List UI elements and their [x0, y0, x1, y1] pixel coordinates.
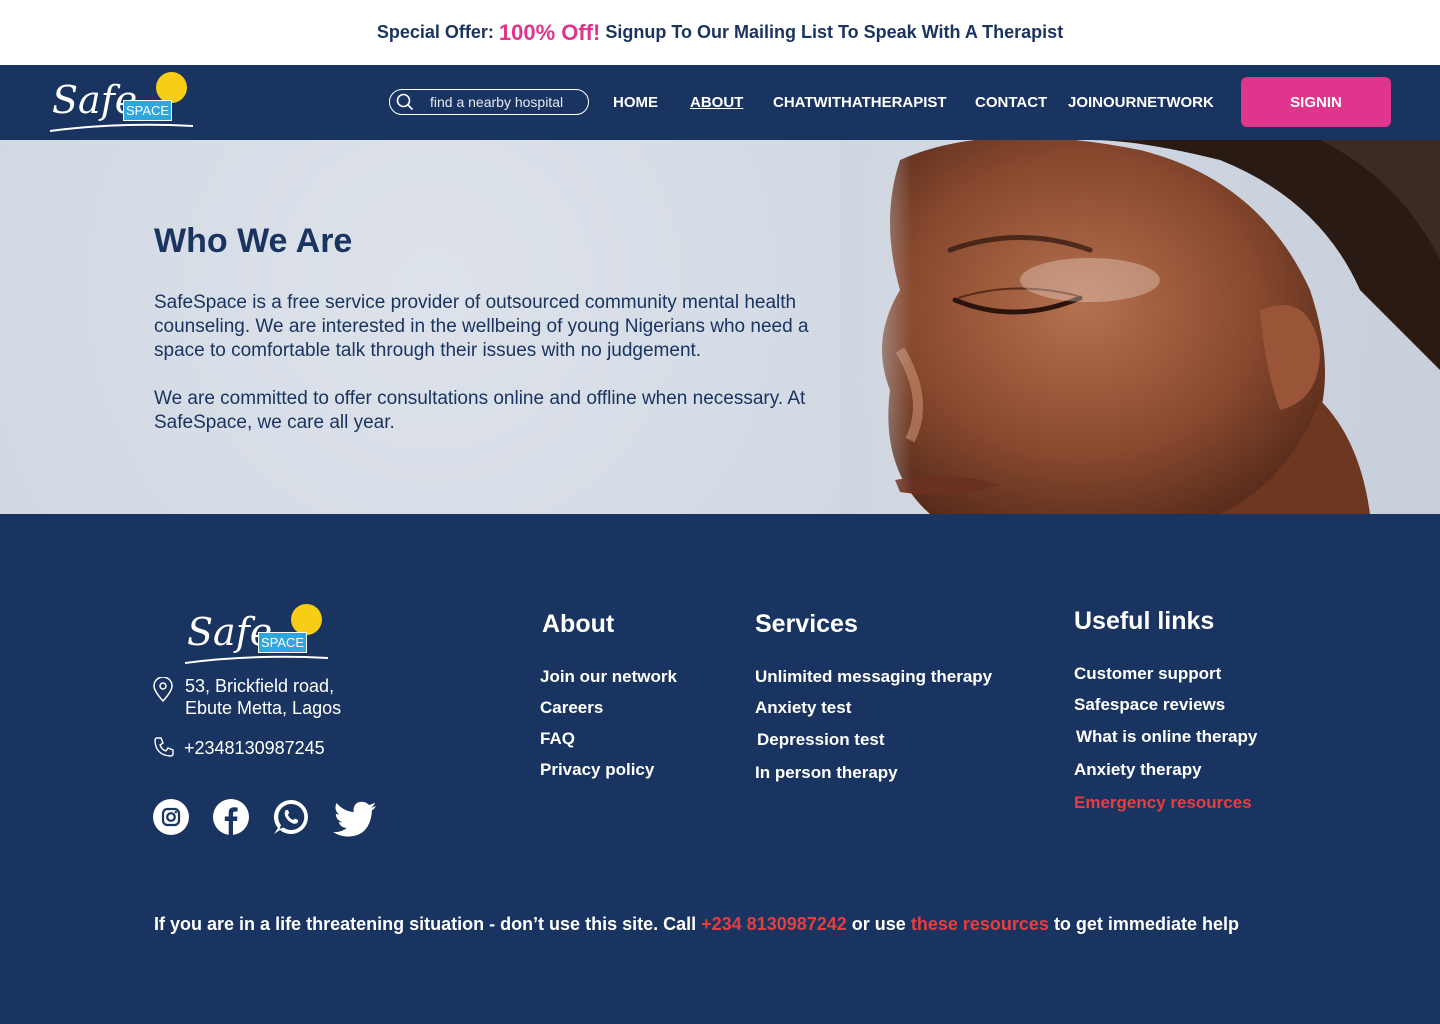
emergency-notice-before: If you are in a life threatening situati… [154, 914, 697, 934]
search-input[interactable] [430, 90, 585, 113]
nav-about[interactable]: ABOUT [690, 94, 743, 111]
emergency-notice: If you are in a life threatening situati… [0, 914, 1393, 935]
footer-link-reviews[interactable]: Safespace reviews [1074, 695, 1225, 715]
promo-highlight: 100% Off! [498, 19, 601, 45]
search-icon[interactable] [396, 93, 414, 111]
hero-paragraph-2: We are committed to offer consultations … [154, 388, 806, 433]
phone-number[interactable]: +2348130987245 [184, 738, 325, 759]
footer-link-careers[interactable]: Careers [540, 698, 603, 718]
promo-suffix: Signup To Our Mailing List To Speak With… [605, 22, 1064, 42]
twitter-icon[interactable] [333, 801, 377, 839]
footer-link-online-therapy[interactable]: What is online therapy [1076, 727, 1257, 747]
footer-link-faq[interactable]: FAQ [540, 729, 575, 749]
footer-link-depression-test[interactable]: Depression test [757, 730, 885, 750]
hero-paragraph-1: SafeSpace is a free service provider of … [154, 292, 809, 361]
footer-logo-sun [291, 604, 322, 635]
address-line-2: Ebute Metta, Lagos [185, 698, 342, 718]
footer: Safe SPACE 53, Brickfield road, Ebute Me… [0, 514, 1440, 1024]
emergency-phone-link[interactable]: +234 8130987242 [701, 914, 847, 934]
footer-link-messaging-therapy[interactable]: Unlimited messaging therapy [755, 667, 992, 687]
hero-portrait-image [840, 140, 1440, 514]
signin-button[interactable]: SIGNIN [1241, 77, 1391, 127]
whatsapp-icon[interactable] [273, 799, 309, 835]
nav-home[interactable]: HOME [613, 94, 658, 111]
footer-services-heading: Services [755, 610, 858, 638]
search-bar[interactable] [389, 89, 589, 115]
instagram-icon[interactable] [153, 799, 189, 835]
emergency-resources-link[interactable]: these resources [911, 914, 1049, 934]
promo-banner: Special Offer: 100% Off! Signup To Our M… [0, 0, 1440, 65]
footer-link-customer-support[interactable]: Customer support [1074, 664, 1221, 684]
nav-contact[interactable]: CONTACT [975, 94, 1047, 111]
emergency-notice-middle: or use [851, 914, 906, 934]
footer-about-heading: About [542, 610, 615, 638]
hero-title: Who We Are [154, 222, 353, 260]
nav-join-network[interactable]: JOINOURNETWORK [1068, 94, 1214, 111]
hero-section: Who We Are SafeSpace is a free service p… [0, 140, 1440, 514]
facebook-icon[interactable] [213, 799, 249, 835]
emergency-notice-after: to get immediate help [1053, 914, 1239, 934]
footer-link-emergency-resources[interactable]: Emergency resources [1074, 793, 1252, 813]
address-line-1: 53, Brickfield road, [185, 676, 335, 696]
promo-prefix: Special Offer: [376, 22, 494, 42]
nav-chat-therapist[interactable]: CHATWITHATHERAPIST [773, 94, 947, 111]
logo-box: SPACE [123, 100, 173, 121]
footer-link-join-network[interactable]: Join our network [540, 667, 677, 687]
footer-link-anxiety-test[interactable]: Anxiety test [755, 698, 851, 718]
footer-link-in-person-therapy[interactable]: In person therapy [755, 763, 898, 783]
footer-logo-box: SPACE [258, 632, 308, 653]
footer-logo[interactable]: Safe SPACE [183, 602, 333, 668]
location-pin-icon [153, 677, 173, 703]
footer-useful-heading: Useful links [1074, 607, 1215, 635]
brand-logo[interactable]: Safe SPACE [48, 70, 198, 136]
logo-sun [156, 72, 187, 103]
footer-link-anxiety-therapy[interactable]: Anxiety therapy [1074, 760, 1202, 780]
footer-link-privacy[interactable]: Privacy policy [540, 760, 654, 780]
phone-icon [154, 737, 174, 757]
